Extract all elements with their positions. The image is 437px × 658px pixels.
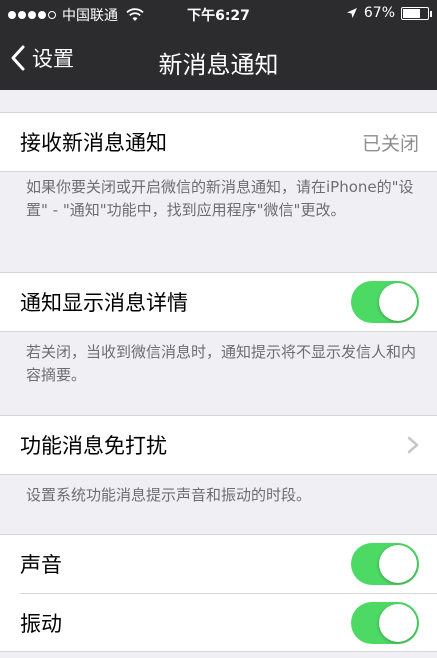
vibrate-label: 振动 (20, 611, 62, 636)
show-details-group: 通知显示消息详情 (0, 272, 437, 332)
show-details-label: 通知显示消息详情 (20, 291, 188, 315)
page-title: 新消息通知 (158, 51, 279, 79)
battery-percent: 67% (363, 5, 395, 21)
dnd-group: 功能消息免打扰 (0, 415, 437, 475)
sound-toggle[interactable] (351, 543, 419, 585)
navigation-bar: 设置 新消息通知 (0, 28, 437, 90)
dnd-footer: 设置系统功能消息提示声音和振动的时段。 (26, 486, 312, 504)
location-arrow-icon (346, 8, 357, 18)
alerts-group: 声音 振动 (0, 534, 437, 652)
receive-notifications-footer: 如果你要关闭或开启微信的新消息通知，请在iPhone的"设置" - "通知"功能… (26, 178, 414, 219)
vibrate-toggle[interactable] (351, 601, 419, 644)
show-details-footer: 若关闭，当收到微信消息时，通知提示将不显示发信人和内容摘要。 (26, 343, 417, 384)
show-details-cell: 通知显示消息详情 (0, 273, 437, 331)
status-right: 67% (346, 5, 432, 21)
sound-label: 声音 (20, 553, 62, 577)
dnd-cell[interactable]: 功能消息免打扰 (0, 416, 437, 474)
dnd-label: 功能消息免打扰 (20, 434, 167, 458)
receive-notifications-label: 接收新消息通知 (20, 131, 167, 155)
sound-cell: 声音 (0, 535, 437, 593)
show-details-toggle[interactable] (351, 281, 419, 323)
chevron-right-icon (407, 436, 419, 454)
battery-icon (401, 6, 432, 20)
status-bar: 中国联通 下午6:27 67% (0, 0, 437, 28)
receive-notifications-status: 已关闭 (361, 132, 419, 155)
receive-notifications-cell[interactable]: 接收新消息通知 已关闭 (0, 113, 437, 171)
receive-notifications-group: 接收新消息通知 已关闭 (0, 112, 437, 172)
vibrate-cell: 振动 (20, 593, 437, 651)
